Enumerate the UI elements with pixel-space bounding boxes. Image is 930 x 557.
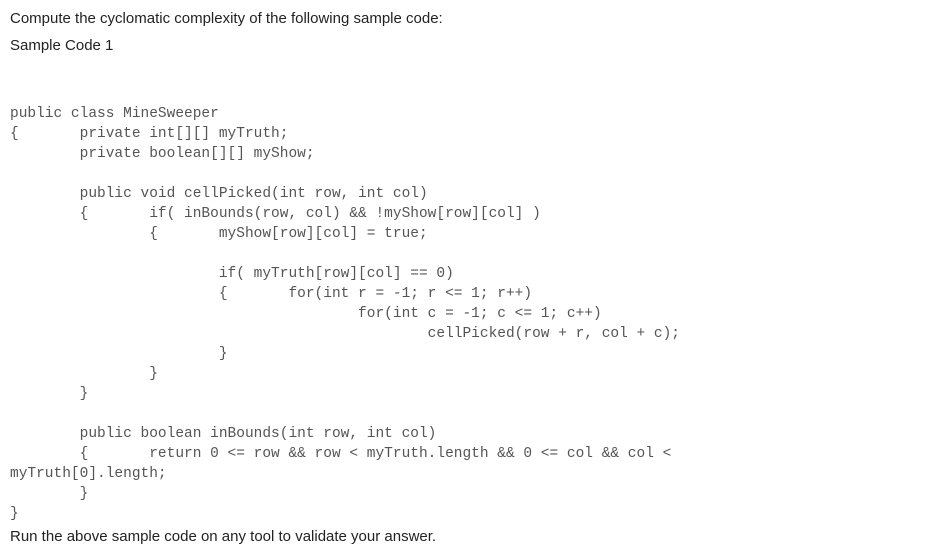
code-line: { for(int r = -1; r <= 1; r++) (10, 286, 532, 302)
intro-line-2: Sample Code 1 (10, 35, 920, 56)
code-line: } (10, 366, 158, 382)
code-line: myTruth[0].length; (10, 466, 167, 482)
code-line: for(int c = -1; c <= 1; c++) (10, 306, 602, 322)
code-line: private boolean[][] myShow; (10, 146, 315, 162)
footer-instruction: Run the above sample code on any tool to… (10, 528, 920, 545)
code-line: { private int[][] myTruth; (10, 126, 288, 142)
code-line: if( myTruth[row][col] == 0) (10, 266, 454, 282)
code-line: } (10, 346, 228, 362)
question-intro: Compute the cyclomatic complexity of the… (10, 8, 920, 56)
intro-line-1: Compute the cyclomatic complexity of the… (10, 8, 920, 29)
code-line: } (10, 386, 88, 402)
code-line: public class MineSweeper (10, 106, 219, 122)
code-line: public void cellPicked(int row, int col) (10, 186, 428, 202)
code-line: { if( inBounds(row, col) && !myShow[row]… (10, 206, 541, 222)
code-line: } (10, 506, 19, 522)
code-line: public boolean inBounds(int row, int col… (10, 426, 436, 442)
footer-text: Run the above sample code on any tool to… (10, 528, 436, 545)
code-line: } (10, 486, 88, 502)
code-line: { myShow[row][col] = true; (10, 226, 428, 242)
sample-code-block: public class MineSweeper { private int[]… (10, 84, 920, 524)
code-line: cellPicked(row + r, col + c); (10, 326, 680, 342)
code-line: { return 0 <= row && row < myTruth.lengt… (10, 446, 671, 462)
